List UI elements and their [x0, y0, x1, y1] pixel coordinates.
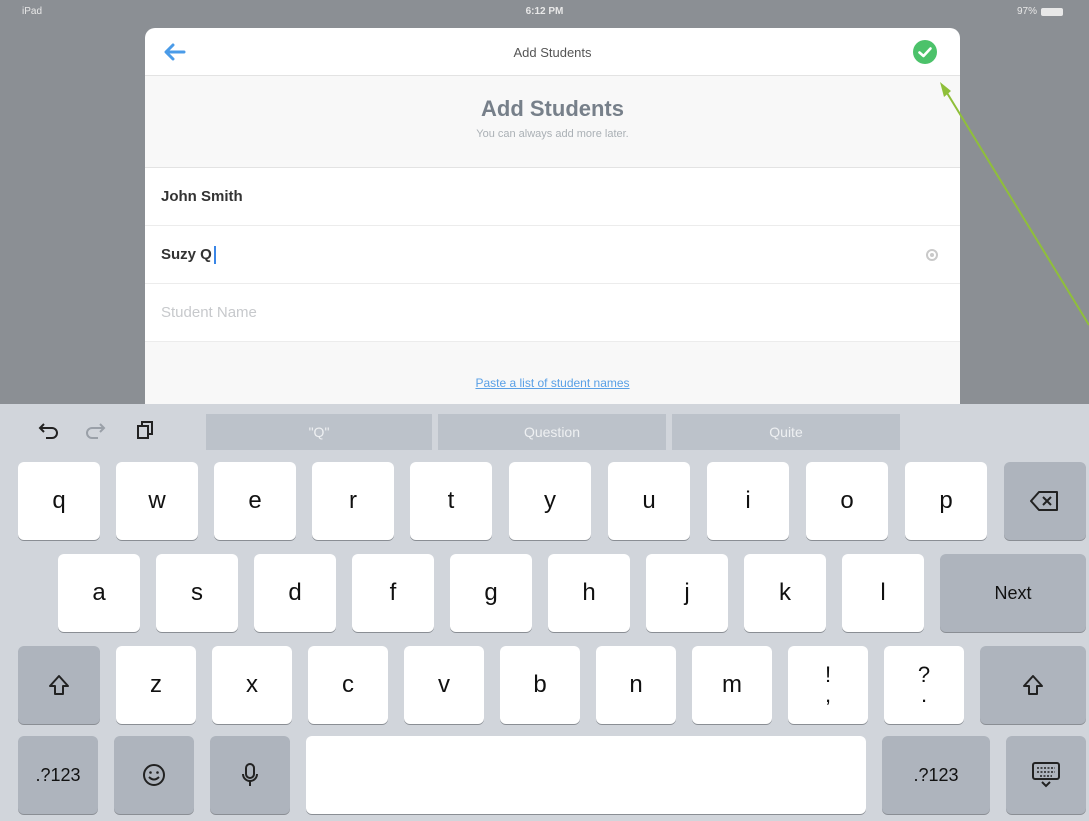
dictation-key[interactable]	[210, 736, 290, 814]
shift-icon	[1023, 675, 1043, 695]
key-n[interactable]: n	[596, 646, 676, 724]
student-name-placeholder: Student Name	[161, 304, 257, 321]
redo-icon[interactable]	[82, 418, 108, 442]
microphone-icon	[242, 763, 258, 786]
backspace-key[interactable]	[1004, 462, 1086, 540]
checkmark-circle-icon	[913, 40, 937, 64]
paste-section: Paste a list of student names	[145, 342, 960, 404]
key-d[interactable]: d	[254, 554, 336, 632]
new-student-name-input[interactable]: Student Name	[145, 284, 960, 342]
key-period: .	[920, 682, 928, 707]
shift-key-right[interactable]	[980, 646, 1086, 724]
space-bar[interactable]	[306, 736, 866, 814]
page-subtitle: You can always add more later.	[476, 128, 629, 140]
key-s[interactable]: s	[156, 554, 238, 632]
clear-icon[interactable]	[926, 249, 938, 261]
student-name-value: Suzy Q	[161, 246, 212, 263]
suggestion-3[interactable]: Quite	[672, 414, 900, 450]
key-question-period[interactable]: ? .	[884, 646, 964, 724]
next-key[interactable]: Next	[940, 554, 1086, 632]
key-r[interactable]: r	[312, 462, 394, 540]
key-x[interactable]: x	[212, 646, 292, 724]
student-name-value: John Smith	[161, 188, 243, 205]
numbers-key-right[interactable]: .?123	[882, 736, 990, 814]
key-o[interactable]: o	[806, 462, 888, 540]
paste-list-link[interactable]: Paste a list of student names	[475, 376, 629, 390]
key-z[interactable]: z	[116, 646, 196, 724]
key-t[interactable]: t	[410, 462, 492, 540]
key-h[interactable]: h	[548, 554, 630, 632]
key-l[interactable]: l	[842, 554, 924, 632]
battery-percent: 97%	[1016, 6, 1037, 17]
key-g[interactable]: g	[450, 554, 532, 632]
key-p[interactable]: p	[905, 462, 987, 540]
key-c[interactable]: c	[308, 646, 388, 724]
page-header: Add Students You can always add more lat…	[145, 76, 960, 168]
key-v[interactable]: v	[404, 646, 484, 724]
key-j[interactable]: j	[646, 554, 728, 632]
suggestion-1[interactable]: "Q"	[206, 414, 432, 450]
hide-keyboard-key[interactable]	[1006, 736, 1086, 814]
backspace-icon	[1030, 491, 1058, 511]
battery-icon	[1041, 7, 1063, 16]
key-q[interactable]: q	[18, 462, 100, 540]
key-u[interactable]: u	[608, 462, 690, 540]
navigation-bar: Add Students	[145, 28, 960, 76]
student-name-field[interactable]: John Smith	[145, 168, 960, 226]
key-y[interactable]: y	[509, 462, 591, 540]
add-students-modal: Add Students Add Students You can always…	[145, 28, 960, 404]
key-e[interactable]: e	[214, 462, 296, 540]
shift-icon	[49, 675, 69, 695]
text-cursor	[213, 245, 216, 264]
key-f[interactable]: f	[352, 554, 434, 632]
page-title: Add Students	[481, 96, 624, 121]
suggestion-2[interactable]: Question	[438, 414, 666, 450]
key-m[interactable]: m	[692, 646, 772, 724]
student-name-field-active[interactable]: Suzy Q	[145, 226, 960, 284]
on-screen-keyboard: "Q" Question Quite q w e r t y u i o p a…	[0, 404, 1089, 821]
key-exclamation-comma[interactable]: ! ,	[788, 646, 868, 724]
numbers-key-left[interactable]: .?123	[18, 736, 98, 814]
status-bar: iPad 6:12 PM 97%	[0, 0, 1089, 28]
key-k[interactable]: k	[744, 554, 826, 632]
battery-indicator: 97%	[1017, 6, 1063, 17]
key-comma: ,	[824, 682, 832, 707]
emoji-key[interactable]	[114, 736, 194, 814]
key-a[interactable]: a	[58, 554, 140, 632]
status-time: 6:12 PM	[525, 6, 564, 17]
keyboard-dismiss-icon	[1032, 762, 1060, 788]
key-b[interactable]: b	[500, 646, 580, 724]
key-w[interactable]: w	[116, 462, 198, 540]
nav-title: Add Students	[513, 45, 592, 60]
emoji-icon	[143, 764, 165, 786]
shift-key-left[interactable]	[18, 646, 100, 724]
key-i[interactable]: i	[707, 462, 789, 540]
shortcut-bar: "Q" Question Quite	[0, 404, 1089, 454]
done-button[interactable]	[910, 37, 940, 67]
undo-icon[interactable]	[36, 418, 62, 442]
paste-icon[interactable]	[132, 418, 158, 442]
